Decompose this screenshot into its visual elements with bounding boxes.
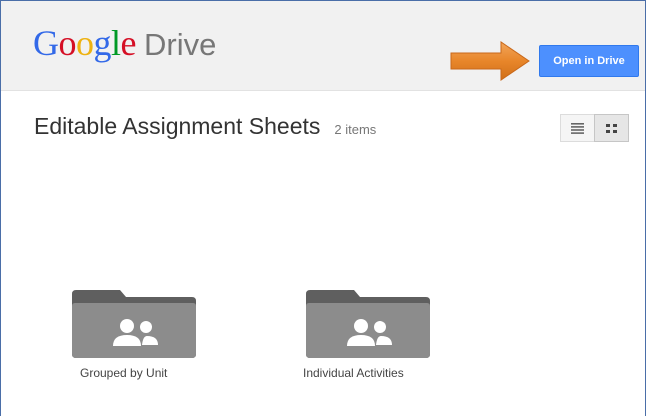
logo-letter: G [33,23,59,63]
drive-wordmark: Drive [144,27,217,62]
page-title: Editable Assignment Sheets [34,113,321,139]
list-view-icon [571,122,584,134]
logo-letter: l [111,23,121,63]
list-view-button[interactable] [560,114,595,142]
folder-title-row: Editable Assignment Sheets 2 items [34,113,376,140]
google-drive-logo[interactable]: Google Drive [33,21,216,67]
logo-letter: e [120,23,137,63]
open-in-drive-button[interactable]: Open in Drive [539,45,639,77]
logo-letter: o [76,23,94,63]
folder-item[interactable]: Individual Activities [303,290,456,390]
item-count: 2 items [334,122,377,137]
drive-embed-frame: Google Drive Open in Drive Editable Assig… [0,0,646,416]
folder-item[interactable]: Grouped by Unit [72,290,222,390]
logo-letter: o [58,23,77,63]
header-bar: Google Drive Open in Drive [1,0,645,91]
grid-view-button[interactable] [594,114,629,142]
pointer-arrow-icon [450,41,530,81]
grid-view-icon [606,123,617,133]
logo-letter: g [93,23,112,63]
folder-name: Individual Activities [303,366,404,380]
shared-folder-icon [72,290,196,358]
view-toggle [560,114,630,142]
google-wordmark: Google [33,23,137,63]
folder-name: Grouped by Unit [80,366,168,380]
shared-folder-icon [306,290,430,358]
